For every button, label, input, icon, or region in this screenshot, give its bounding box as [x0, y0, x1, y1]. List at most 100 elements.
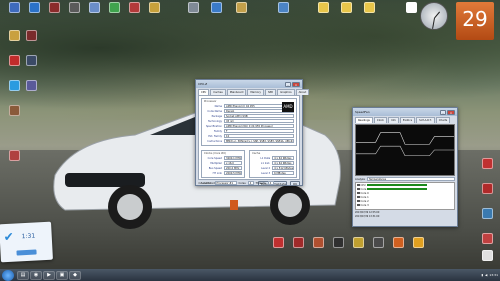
processor-label: Code Name	[207, 109, 222, 113]
processor-value: 45 nm	[224, 119, 294, 123]
cache-row: L1 Data 4 x 64 KBytes	[252, 156, 294, 160]
processor-label: Specification	[205, 124, 222, 128]
desktop-bottom-icon-7[interactable]	[405, 237, 431, 248]
time-card-button[interactable]	[16, 249, 37, 256]
cache-group: Cache L1 Data 4 x 64 KBytes L1 Inst. 4 x 64…	[249, 150, 297, 178]
app-icon	[405, 2, 417, 13]
app-icon	[412, 237, 424, 248]
clock-row: Multiplier x 16.0	[204, 161, 243, 165]
minimize-button[interactable]: –	[440, 109, 446, 115]
temp-line-1	[356, 132, 454, 145]
cache-row: L1 Inst. 4 x 64 KBytes	[252, 161, 294, 165]
sensor-name: Core 3	[360, 203, 369, 207]
desktop-right-icon-2[interactable]	[356, 2, 382, 13]
tray-volume-icon[interactable]: ◀	[485, 273, 487, 277]
speedfan-tab-readings[interactable]: Readings	[355, 117, 373, 123]
processor-row: Name AMD Phenom II X4 955	[204, 104, 294, 108]
app-icon	[312, 237, 324, 248]
app-icon	[272, 237, 284, 248]
desktop-left-icon-6[interactable]	[1, 105, 27, 116]
tray-network-icon[interactable]: ▮	[481, 273, 483, 277]
taskbar-media-icon[interactable]: ▶	[43, 270, 55, 280]
amd-logo: AMD	[282, 102, 294, 112]
sensor-checkbox[interactable]	[357, 199, 360, 203]
app-icon	[8, 150, 20, 161]
desktop-center-icon-2[interactable]	[228, 2, 254, 13]
desktop-rightcol-icon-3[interactable]	[474, 233, 500, 244]
processor-label: Technology	[207, 119, 222, 123]
app-icon	[25, 55, 37, 66]
sensor-checkbox[interactable]	[357, 203, 360, 207]
speedfan-tab-clock[interactable]: Clock	[373, 117, 387, 123]
sensor-color-bar	[367, 187, 428, 191]
desktop-left-icon-7[interactable]	[1, 150, 27, 161]
sensor-checkbox[interactable]	[357, 191, 360, 195]
close-button[interactable]: ×	[292, 81, 300, 87]
processor-value: 10	[224, 134, 294, 138]
cpuz-titlebar[interactable]: CPU-Z – ×	[196, 80, 302, 88]
desktop-left-icon-5[interactable]	[18, 80, 44, 91]
speedfan-tab-info[interactable]: Info	[387, 117, 399, 123]
speedfan-tab-exotics[interactable]: Exotics	[399, 117, 416, 123]
taskbar-clock[interactable]: 13:31	[489, 273, 498, 277]
desktop-center-icon-3[interactable]	[270, 2, 296, 13]
desktop-rightcol-icon-1[interactable]	[474, 183, 500, 194]
app-icon	[8, 2, 20, 13]
desktop-rightcol-icon-4[interactable]	[474, 250, 500, 261]
cache-value: 4 x 512 KBytes	[272, 166, 294, 170]
app-icon	[481, 158, 493, 169]
cpuz-window[interactable]: CPU-Z – × CPU Caches Mainboard Memory SPD Gra…	[195, 79, 310, 186]
sensor-checkbox[interactable]	[357, 183, 360, 187]
speedfan-window[interactable]: SpeedFan – × Readings Clock Info Exotics S.M…	[352, 107, 458, 227]
processor-label: Family	[213, 129, 222, 133]
processor-label: Ext. Family	[208, 134, 222, 138]
speedfan-tab-s-m-a-r-t-[interactable]: S.M.A.R.T.	[416, 117, 435, 123]
app-icon	[148, 2, 160, 13]
processor-value: MMX(+), 3DNow!(+), SSE, SSE2, SSE3, SSE4…	[224, 139, 294, 143]
processor-label: Name	[214, 104, 222, 108]
sensor-item[interactable]: Core 3	[356, 203, 454, 207]
speedfan-tab-charts[interactable]: Charts	[435, 117, 451, 123]
time-to: 2013/07/29 13:31:00	[355, 215, 380, 218]
app-icon	[277, 2, 289, 13]
desktop-top-icon-7[interactable]	[141, 2, 167, 13]
sensor-list: CPU Core Core 0 Core 1 Core 2 Core 3	[355, 182, 455, 210]
analyze-dropdown[interactable]: Temperatures	[366, 177, 455, 181]
app-icon	[340, 2, 352, 13]
cache-label: Level 3	[261, 171, 271, 175]
cache-legend: Cache	[252, 152, 261, 155]
taskbar-cpuz-icon[interactable]: ▣	[56, 270, 68, 280]
clock-row: Bus Speed 200.0 MHz	[204, 166, 243, 170]
desktop-left-icon-1[interactable]	[18, 30, 44, 41]
calendar-gadget[interactable]: 29	[456, 2, 494, 40]
speedfan-titlebar[interactable]: SpeedFan – ×	[353, 108, 457, 116]
app-icon	[292, 237, 304, 248]
cache-row: Level 24 x 512 KBytes	[252, 166, 294, 170]
processor-legend: Processor	[204, 100, 217, 103]
time-card-gadget[interactable]: ✔ 1:31	[0, 221, 53, 263]
cache-value: 4 x 64 KBytes	[272, 161, 294, 165]
app-icon	[481, 183, 493, 194]
taskbar-browser-icon[interactable]: ◉	[30, 270, 42, 280]
start-button[interactable]	[2, 269, 14, 281]
selection-dropdown[interactable]: Processor #1	[214, 181, 237, 185]
desktop-center-icon-1[interactable]	[203, 2, 229, 13]
desktop-left-icon-3[interactable]	[18, 55, 44, 66]
sensor-checkbox[interactable]	[357, 187, 360, 191]
taskbar-explorer-icon[interactable]: ▤	[17, 270, 29, 280]
sensor-name: Core	[360, 187, 367, 191]
desktop-rightcol-icon-2[interactable]	[474, 208, 500, 219]
clock-gadget[interactable]	[420, 2, 448, 30]
app-icon	[235, 2, 247, 13]
processor-label: Package	[211, 114, 222, 118]
desktop-rightcol-icon-0[interactable]	[474, 158, 500, 169]
app-icon	[363, 2, 375, 13]
app-icon	[317, 2, 329, 13]
sensor-color-bar	[366, 183, 427, 187]
sensor-checkbox[interactable]	[357, 195, 360, 199]
close-button[interactable]: ×	[447, 109, 455, 115]
taskbar-speedfan-icon[interactable]: ◆	[69, 270, 81, 280]
minimize-button[interactable]: –	[285, 81, 291, 87]
speedfan-tabs: Readings Clock Info Exotics S.M.A.R.T. Charts	[353, 116, 457, 123]
sensor-name: Core 0	[360, 191, 369, 195]
